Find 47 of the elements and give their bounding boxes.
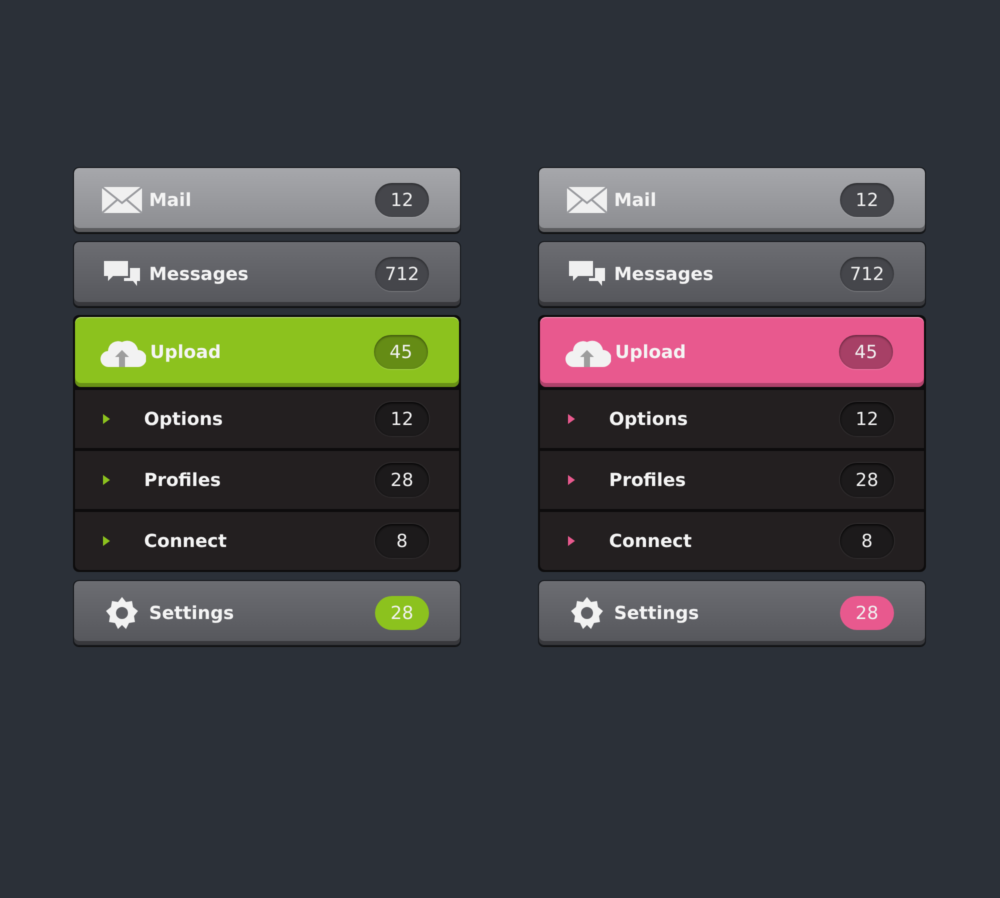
menu-item[interactable]: Settings 28 <box>73 580 461 646</box>
envelope-icon <box>566 186 608 214</box>
gear-icon <box>570 597 602 629</box>
envelope-icon <box>100 186 142 214</box>
menu-item[interactable]: Upload 45 <box>540 317 924 387</box>
submenu-item-label: Profiles <box>608 470 687 490</box>
menu-item-label: Settings <box>149 602 235 624</box>
menu-item-label: Messages <box>614 264 715 284</box>
count-badge: 712 <box>840 257 894 291</box>
menu-item-label: Mail <box>614 190 658 210</box>
submenu-item-label: Options <box>608 408 689 430</box>
menu-item-label: Messages <box>149 264 250 284</box>
count-badge: 28 <box>840 596 894 630</box>
submenu-item[interactable]: Profiles 28 <box>540 451 924 509</box>
chat-icon <box>568 261 604 287</box>
count-badge: 28 <box>375 463 429 497</box>
count-badge: 12 <box>840 402 894 436</box>
submenu-item-label: Connect <box>608 530 693 552</box>
count-badge: 12 <box>375 402 429 436</box>
menu-item[interactable]: Messages 712 <box>73 241 461 307</box>
menu-item-label: Settings <box>614 602 700 624</box>
count-badge: 8 <box>840 524 894 558</box>
count-badge: 28 <box>840 463 894 497</box>
count-badge: 45 <box>374 335 428 369</box>
menu-item[interactable]: Mail 12 <box>538 167 926 233</box>
count-badge: 28 <box>375 596 429 630</box>
submenu-item[interactable]: Options 12 <box>540 390 924 448</box>
chat-icon <box>104 261 140 287</box>
menu-item[interactable]: Messages 712 <box>538 241 926 307</box>
count-badge: 45 <box>839 335 893 369</box>
submenu-item[interactable]: Profiles 28 <box>75 451 459 509</box>
menu-item-label: Mail <box>149 190 192 210</box>
submenu-item[interactable]: Options 12 <box>75 390 459 448</box>
submenu-item-label: Options <box>143 408 224 430</box>
submenu-item[interactable]: Connect 8 <box>75 512 459 570</box>
count-badge: 712 <box>375 257 429 291</box>
submenu-item-label: Connect <box>143 530 228 552</box>
count-badge: 8 <box>375 524 429 558</box>
menu-item-label: Upload <box>150 342 222 362</box>
menu-item-label: Upload <box>615 342 688 362</box>
menu-item[interactable]: Settings 28 <box>538 580 926 646</box>
gear-icon <box>106 597 138 629</box>
menu-item[interactable]: Mail 12 <box>73 167 461 233</box>
submenu-item[interactable]: Connect 8 <box>540 512 924 570</box>
submenu-item-label: Profiles <box>143 470 222 490</box>
count-badge: 12 <box>375 183 429 217</box>
count-badge: 12 <box>840 183 894 217</box>
